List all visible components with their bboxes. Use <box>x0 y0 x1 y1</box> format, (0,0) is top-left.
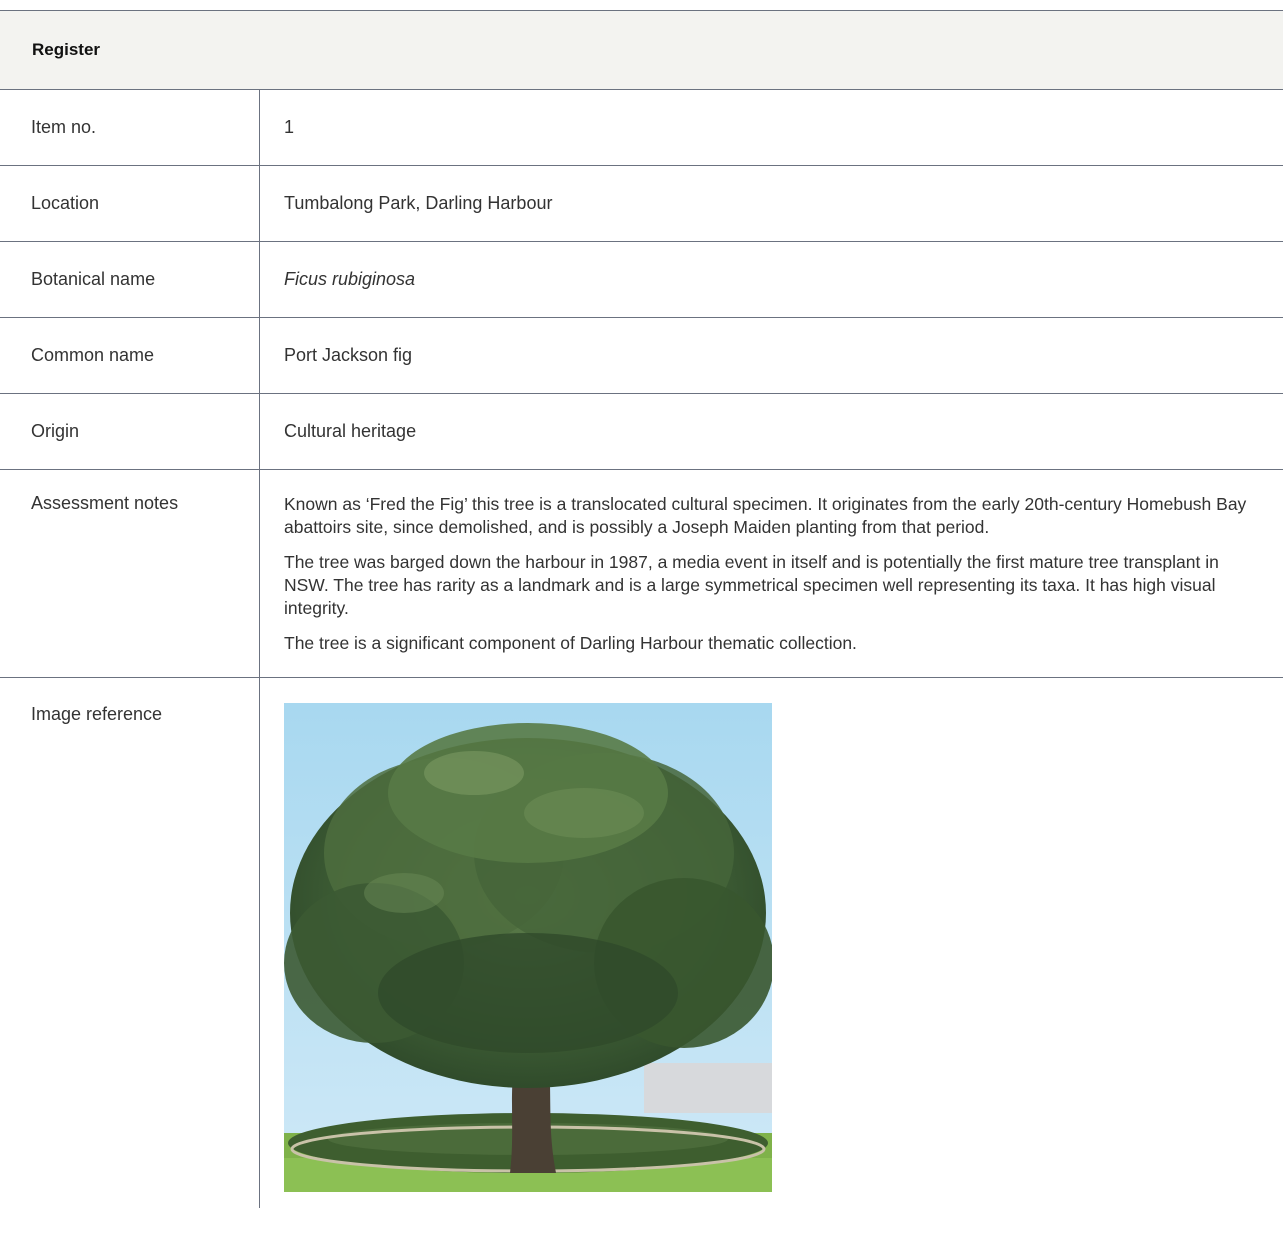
value-botanical-name: Ficus rubiginosa <box>284 269 416 289</box>
value-item-no: 1 <box>284 117 295 137</box>
register-header: Register <box>0 10 1283 90</box>
row-botanical-name: Botanical name Ficus rubiginosa <box>0 242 1283 318</box>
value-origin: Cultural heritage <box>284 421 417 441</box>
assessment-paragraph: The tree is a significant component of D… <box>284 633 857 653</box>
value-image-reference <box>260 678 1283 1208</box>
label-item-no: Item no. <box>0 90 260 165</box>
label-assessment-notes: Assessment notes <box>0 470 260 677</box>
assessment-paragraph: The tree was barged down the harbour in … <box>284 552 1219 618</box>
row-common-name: Common name Port Jackson fig <box>0 318 1283 394</box>
label-botanical-name: Botanical name <box>0 242 260 317</box>
label-image-reference: Image reference <box>0 678 260 1208</box>
label-location: Location <box>0 166 260 241</box>
tree-photo <box>284 703 772 1192</box>
row-image-reference: Image reference <box>0 678 1283 1208</box>
label-common-name: Common name <box>0 318 260 393</box>
value-assessment-notes: Known as ‘Fred the Fig’ this tree is a t… <box>260 470 1283 677</box>
row-location: Location Tumbalong Park, Darling Harbour <box>0 166 1283 242</box>
label-origin: Origin <box>0 394 260 469</box>
value-common-name: Port Jackson fig <box>284 345 413 365</box>
row-origin: Origin Cultural heritage <box>0 394 1283 470</box>
value-location: Tumbalong Park, Darling Harbour <box>284 193 553 213</box>
row-item-no: Item no. 1 <box>0 90 1283 166</box>
row-assessment-notes: Assessment notes Known as ‘Fred the Fig’… <box>0 470 1283 678</box>
register-table: Register Item no. 1 Location Tumbalong P… <box>0 10 1283 1208</box>
assessment-paragraph: Known as ‘Fred the Fig’ this tree is a t… <box>284 494 1247 537</box>
register-title: Register <box>32 40 101 59</box>
